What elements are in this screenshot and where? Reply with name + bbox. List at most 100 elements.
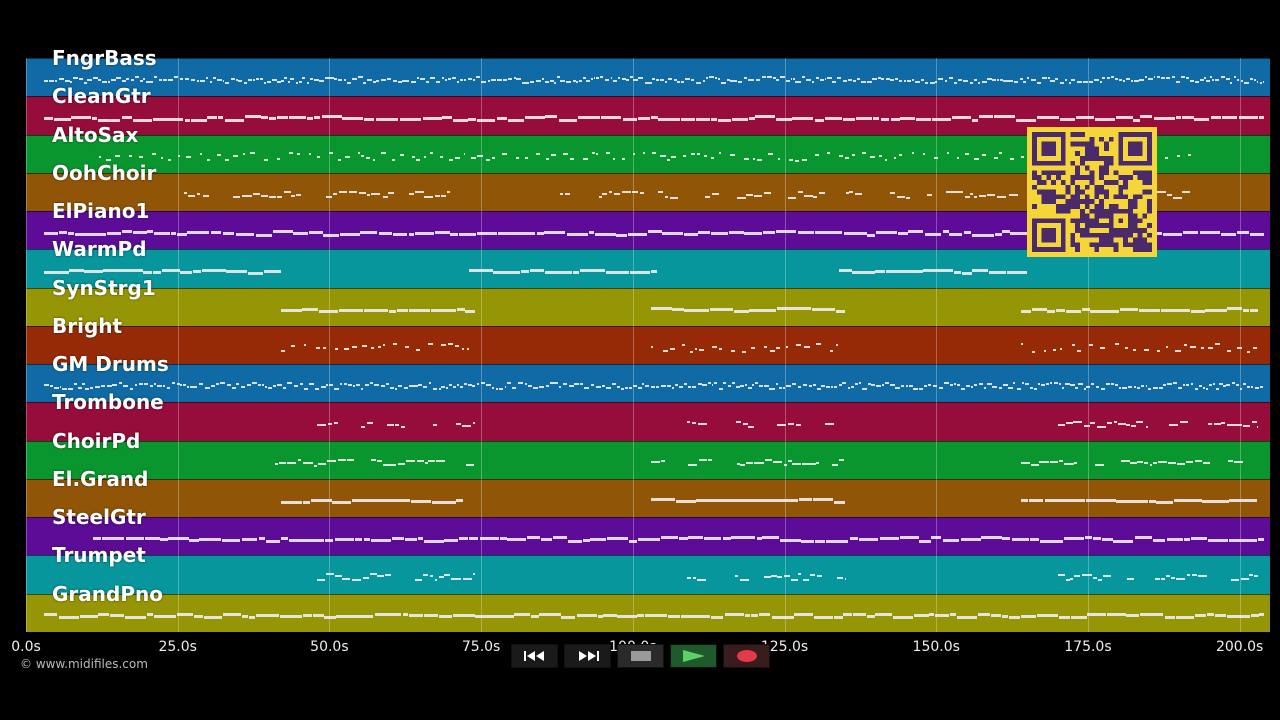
midi-note: [200, 80, 205, 83]
midi-note: [718, 77, 720, 80]
rewind-button[interactable]: [511, 644, 558, 668]
midi-note: [722, 536, 731, 540]
midi-note: [464, 309, 476, 313]
midi-note: [842, 80, 848, 83]
midi-note: [977, 613, 991, 617]
track-lane[interactable]: [26, 325, 1270, 365]
midi-note: [496, 78, 502, 81]
stop-button[interactable]: [617, 644, 664, 668]
midi-note: [1100, 346, 1106, 349]
midi-note: [448, 384, 453, 387]
midi-note: [44, 612, 58, 616]
track-lane[interactable]: [26, 440, 1270, 480]
midi-note: [361, 154, 364, 157]
midi-note: [660, 79, 664, 82]
midi-note: [464, 383, 468, 386]
midi-note: [875, 231, 897, 235]
midi-note: [969, 81, 974, 84]
midi-note: [612, 382, 617, 385]
track-lane[interactable]: [26, 364, 1270, 404]
midi-note: [491, 156, 495, 159]
midi-note: [101, 80, 107, 83]
midi-note: [643, 151, 646, 154]
midi-note: [1039, 539, 1063, 543]
track-lane[interactable]: [26, 402, 1270, 442]
midi-note: [787, 196, 797, 199]
midi-note: [1040, 384, 1046, 386]
midi-note: [377, 574, 384, 577]
midi-note: [1191, 574, 1197, 577]
midi-note: [408, 233, 415, 237]
midi-note: [1145, 425, 1149, 428]
midi-note: [1095, 385, 1100, 388]
midi-note: [786, 384, 792, 387]
midi-note: [582, 157, 588, 160]
midi-note: [1082, 574, 1092, 577]
midi-note: [1055, 77, 1059, 80]
midi-note: [772, 615, 794, 619]
midi-note: [520, 269, 529, 273]
midi-note: [986, 193, 995, 196]
midi-note: [811, 81, 815, 84]
midi-note: [154, 231, 170, 235]
midi-note: [756, 537, 762, 541]
midi-note: [1105, 382, 1111, 385]
track-lane[interactable]: [26, 287, 1270, 327]
midi-note: [357, 76, 363, 79]
midi-note: [779, 539, 801, 543]
midi-note: [963, 80, 968, 83]
midi-note: [802, 384, 808, 387]
midi-note: [438, 615, 452, 619]
midi-note: [640, 191, 644, 194]
midi-note: [711, 231, 729, 235]
midi-note: [721, 81, 727, 84]
midi-note: [705, 76, 709, 79]
midi-note: [541, 538, 553, 542]
fast-forward-button[interactable]: [564, 644, 611, 668]
midi-note: [696, 152, 701, 155]
midi-note: [339, 309, 364, 313]
midi-note: [157, 385, 163, 388]
midi-note: [475, 615, 494, 619]
midi-note: [871, 384, 876, 387]
midi-note: [1135, 420, 1144, 423]
midi-note: [372, 81, 376, 84]
midi-note: [892, 616, 913, 620]
midi-note: [723, 382, 727, 385]
midi-note: [276, 383, 282, 386]
midi-note: [938, 386, 944, 389]
midi-note: [1177, 155, 1181, 158]
midi-note: [708, 459, 712, 462]
midi-note: [48, 80, 54, 83]
midi-note: [444, 78, 448, 81]
midi-note: [387, 423, 394, 426]
record-button[interactable]: [723, 644, 770, 668]
midi-note: [815, 342, 821, 345]
midi-note: [884, 159, 888, 162]
midi-note: [952, 116, 972, 120]
midi-note: [763, 191, 772, 194]
midi-note: [1173, 498, 1203, 502]
midi-note: [711, 117, 718, 121]
play-button[interactable]: [670, 644, 717, 668]
midi-note: [826, 540, 849, 543]
midi-note: [1125, 346, 1128, 349]
midi-note: [1050, 382, 1052, 385]
midi-note: [606, 536, 629, 540]
midi-note: [740, 385, 745, 388]
copyright-text: © www.midifiles.com: [20, 657, 148, 671]
midi-note: [743, 232, 762, 236]
midi-note: [788, 423, 795, 426]
midi-note: [388, 191, 394, 194]
midi-note: [126, 77, 130, 80]
midi-note: [987, 77, 992, 80]
midi-note: [416, 158, 421, 161]
midi-note: [1009, 615, 1021, 619]
midi-note: [220, 382, 226, 385]
midi-note: [153, 76, 158, 79]
midi-note: [276, 195, 282, 198]
midi-note: [1249, 77, 1253, 80]
midi-note: [248, 79, 253, 82]
midi-note: [651, 460, 661, 463]
time-tick-label: 50.0s: [310, 639, 349, 655]
